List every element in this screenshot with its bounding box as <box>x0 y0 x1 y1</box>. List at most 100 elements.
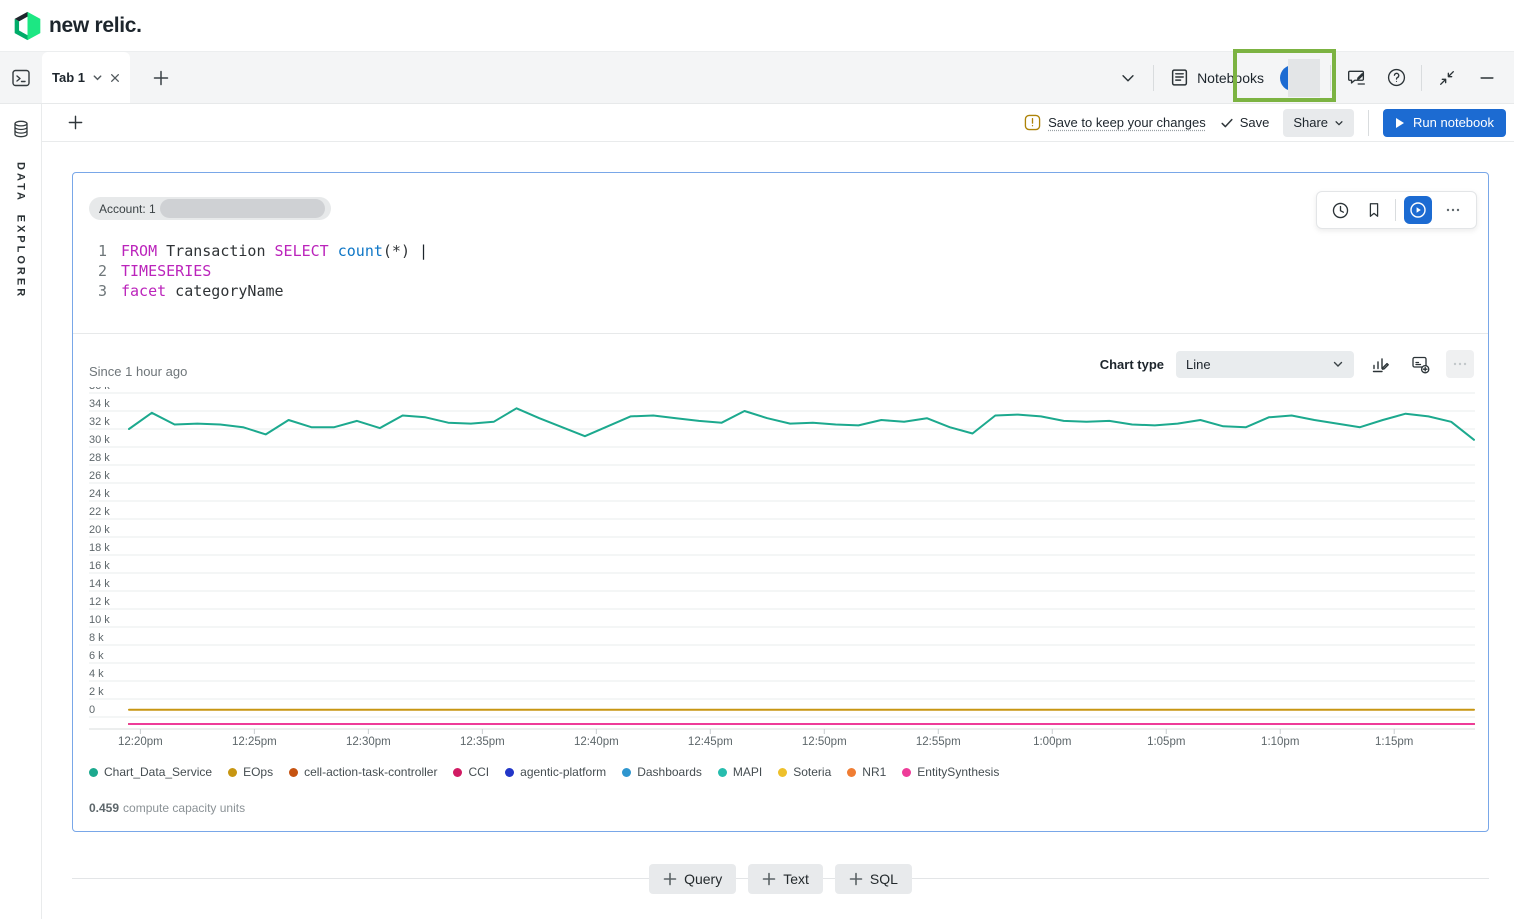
time-range-label: Since 1 hour ago <box>89 364 187 379</box>
terminal-icon <box>11 68 31 88</box>
minimize-button[interactable] <box>1472 63 1502 93</box>
add-sql-button[interactable]: SQL <box>835 864 912 894</box>
legend-dot <box>778 768 787 777</box>
save-button[interactable]: Save <box>1220 115 1270 130</box>
svg-text:12:30pm: 12:30pm <box>346 736 391 748</box>
account-blur <box>160 199 325 218</box>
notebook-icon <box>1170 68 1189 87</box>
legend-name: CCI <box>468 765 489 779</box>
divider <box>1421 65 1422 91</box>
svg-text:0: 0 <box>89 704 95 716</box>
cell-more-button[interactable] <box>1440 197 1466 223</box>
legend-item[interactable]: agentic-platform <box>505 765 606 779</box>
svg-text:1:00pm: 1:00pm <box>1033 736 1071 748</box>
svg-text:18 k: 18 k <box>89 542 110 554</box>
legend-item[interactable]: Soteria <box>778 765 831 779</box>
query-line[interactable]: 3facet categoryName <box>89 281 428 301</box>
line-number: 1 <box>89 241 107 261</box>
user-avatar[interactable] <box>1280 58 1320 98</box>
feedback-button[interactable] <box>1341 63 1371 93</box>
add-cell-row: Query Text SQL <box>72 864 1489 894</box>
legend-name: Dashboards <box>637 765 702 779</box>
legend-item[interactable]: CCI <box>453 765 489 779</box>
legend-dot <box>89 768 98 777</box>
query-code: TIMESERIES <box>121 261 211 281</box>
add-query-button[interactable]: Query <box>649 864 736 894</box>
tab-1[interactable]: Tab 1 <box>42 52 130 103</box>
legend-item[interactable]: Chart_Data_Service <box>89 765 212 779</box>
share-label: Share <box>1293 115 1328 130</box>
svg-text:36 k: 36 k <box>89 387 110 392</box>
console-button[interactable] <box>6 63 36 93</box>
add-cell-button[interactable] <box>60 108 90 138</box>
plus-icon <box>152 69 170 87</box>
svg-text:12:40pm: 12:40pm <box>574 736 619 748</box>
legend-item[interactable]: EntitySynthesis <box>902 765 999 779</box>
notebooks-button[interactable]: Notebooks <box>1164 61 1270 95</box>
svg-text:6 k: 6 k <box>89 650 104 662</box>
line-number: 2 <box>89 261 107 281</box>
query-cell[interactable]: Account: 1 1FROM Transaction SELECT c <box>72 172 1489 832</box>
edit-chart-button[interactable] <box>1366 350 1394 378</box>
nrql-editor[interactable]: 1FROM Transaction SELECT count(*) |2 TIME… <box>89 241 428 301</box>
toolbar-actions: Save to keep your changes Save Share Run… <box>1024 109 1506 137</box>
collapse-window-button[interactable] <box>1432 63 1462 93</box>
collapse-icon <box>1438 69 1456 87</box>
legend-item[interactable]: EOps <box>228 765 273 779</box>
query-line[interactable]: 2 TIMESERIES <box>89 261 428 281</box>
database-icon <box>11 119 31 139</box>
svg-text:32 k: 32 k <box>89 416 110 428</box>
legend-name: Chart_Data_Service <box>104 765 212 779</box>
chart-type-select[interactable]: Line <box>1176 351 1354 378</box>
minimize-icon <box>1478 69 1496 87</box>
new-tab-button[interactable] <box>144 61 178 95</box>
save-warning[interactable]: Save to keep your changes <box>1024 114 1206 131</box>
close-icon[interactable] <box>110 73 120 83</box>
legend-item[interactable]: MAPI <box>718 765 762 779</box>
svg-text:12:35pm: 12:35pm <box>460 736 505 748</box>
brand-wordmark: new relic. <box>49 14 142 38</box>
divider <box>1330 65 1331 91</box>
svg-text:24 k: 24 k <box>89 488 110 500</box>
legend-dot <box>902 768 911 777</box>
chevron-down-icon[interactable] <box>92 72 103 83</box>
ellipsis-icon <box>1452 356 1468 372</box>
data-explorer-button[interactable] <box>6 114 36 144</box>
divider <box>1395 199 1396 221</box>
history-button[interactable] <box>1327 197 1353 223</box>
expand-tabs-button[interactable] <box>1113 63 1143 93</box>
legend-name: EntitySynthesis <box>917 765 999 779</box>
add-text-button[interactable]: Text <box>748 864 823 894</box>
bookmark-button[interactable] <box>1361 197 1387 223</box>
timeseries-chart[interactable]: 02 k4 k6 k8 k10 k12 k14 k16 k18 k20 k22 … <box>89 387 1475 749</box>
divider <box>73 333 1488 334</box>
run-notebook-button[interactable]: Run notebook <box>1383 109 1506 137</box>
play-icon <box>1395 117 1405 129</box>
legend-dot <box>453 768 462 777</box>
svg-text:20 k: 20 k <box>89 524 110 536</box>
chart-svg: 02 k4 k6 k8 k10 k12 k14 k16 k18 k20 k22 … <box>89 387 1475 749</box>
account-label: Account: 1 <box>99 202 156 216</box>
avatar-blur <box>1288 59 1320 97</box>
chevron-down-icon <box>1332 358 1344 370</box>
tab-bar-right: Notebooks <box>1113 52 1514 103</box>
warning-icon <box>1024 114 1041 131</box>
legend-item[interactable]: cell-action-task-controller <box>289 765 437 779</box>
rail-label: DATA EXPLORER <box>15 162 27 299</box>
add-to-dashboard-icon <box>1410 354 1430 374</box>
add-text-label: Text <box>783 871 809 887</box>
legend-name: MAPI <box>733 765 762 779</box>
run-cell-button[interactable] <box>1404 196 1432 224</box>
legend-item[interactable]: NR1 <box>847 765 886 779</box>
svg-text:14 k: 14 k <box>89 578 110 590</box>
account-picker[interactable]: Account: 1 <box>89 197 331 220</box>
legend-name: cell-action-task-controller <box>304 765 437 779</box>
query-line[interactable]: 1FROM Transaction SELECT count(*) | <box>89 241 428 261</box>
chart-controls: Chart type Line <box>1100 350 1474 378</box>
add-to-dashboard-button[interactable] <box>1406 350 1434 378</box>
help-button[interactable] <box>1381 63 1411 93</box>
chart-edit-icon <box>1370 354 1390 374</box>
legend-item[interactable]: Dashboards <box>622 765 702 779</box>
share-button[interactable]: Share <box>1283 109 1354 137</box>
brand[interactable]: new relic. <box>14 11 142 41</box>
